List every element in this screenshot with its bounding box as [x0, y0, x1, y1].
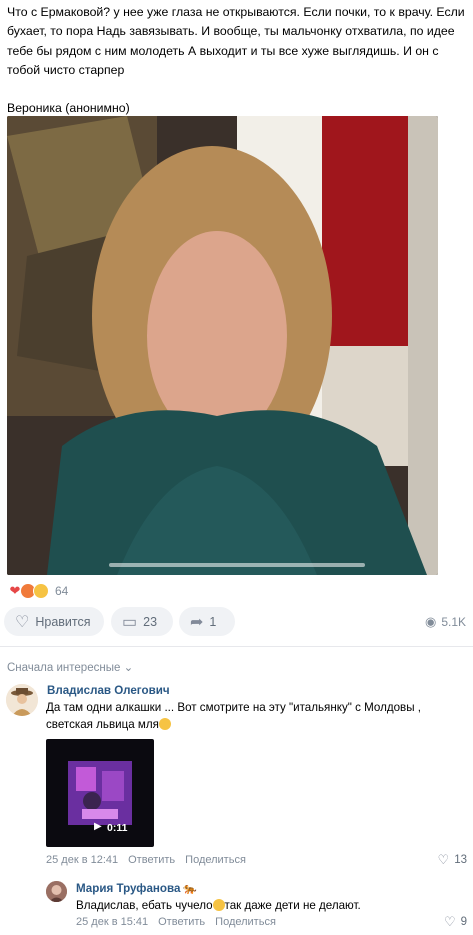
play-icon: ▶	[94, 821, 102, 832]
reply-author-label: Мария Труфанова	[76, 882, 181, 895]
reply-text: Владислав, ебать чучело так даже дети не …	[76, 898, 466, 915]
eye-icon: ◉	[424, 614, 437, 629]
comment-text: Да там одни алкашки ... Вот смотрите на …	[46, 700, 466, 733]
comment-like-count: 13	[454, 854, 467, 866]
reply-share-link[interactable]: Поделиться	[215, 916, 276, 928]
chevron-down-icon: ⌄	[123, 662, 134, 674]
reply-button[interactable]: Ответить	[128, 854, 175, 866]
heart-icon: ♡	[15, 613, 30, 631]
reply-avatar[interactable]	[46, 881, 67, 902]
laughing-emoji-icon	[158, 717, 171, 730]
comments-button[interactable]: ▭ 23	[111, 607, 173, 636]
comment-like-button[interactable]: ♡ 13	[438, 852, 467, 868]
post-text: Что с Ермаковой? у нее уже глаза не откр…	[7, 3, 467, 118]
reply-text-start: Владислав, ебать чучело	[76, 899, 213, 912]
sort-label: Сначала интересные	[7, 662, 121, 674]
video-frame-illustration	[7, 116, 438, 575]
reply-author-name[interactable]: Мария Труфанова 🐅	[76, 882, 197, 895]
avatar-illustration	[6, 684, 38, 716]
reply-avatar-illustration	[46, 881, 67, 902]
reply-like-count: 9	[460, 916, 467, 928]
reply-like-button[interactable]: ♡ 9	[444, 914, 467, 930]
avatar[interactable]	[6, 684, 38, 716]
post-body: Что с Ермаковой? у нее уже глаза не откр…	[7, 5, 465, 77]
reactions-summary[interactable]: ❤ 64	[7, 583, 68, 599]
post-video[interactable]	[7, 116, 438, 575]
views-count: 5.1K	[441, 615, 466, 629]
comment-date[interactable]: 25 дек в 12:41	[46, 854, 118, 866]
video-thumbnail	[68, 761, 132, 825]
reply-text-end: так даже дети не делают.	[224, 899, 361, 912]
like-button[interactable]: ♡ Нравится	[4, 607, 104, 636]
face-palm-emoji-icon	[212, 899, 225, 911]
like-label: Нравится	[35, 614, 91, 629]
views-counter: ◉ 5.1K	[425, 614, 466, 630]
reply-reply-button[interactable]: Ответить	[158, 916, 205, 928]
tiger-icon: 🐅	[183, 883, 198, 895]
comment-icon: ▭	[122, 613, 138, 631]
sad-reaction-icon	[33, 583, 49, 599]
video-duration: 0:11	[107, 822, 128, 834]
heart-icon: ♡	[443, 914, 456, 929]
comments-count: 23	[143, 614, 158, 629]
heart-icon: ♡	[437, 852, 450, 867]
reactions-count: 64	[55, 584, 69, 598]
comment-meta: 25 дек в 12:41 Ответить Поделиться	[46, 854, 246, 866]
comments-sort-dropdown[interactable]: Сначала интересные ⌄	[7, 660, 133, 674]
share-button[interactable]: ➦ 1	[179, 607, 235, 636]
share-icon: ➦	[190, 613, 204, 631]
comment-author-name[interactable]: Владислав Олегович	[47, 684, 170, 697]
comment-video[interactable]: ▶ 0:11	[46, 739, 154, 847]
comment-text-body: Да там одни алкашки ... Вот смотрите на …	[46, 701, 421, 731]
video-progress-bar[interactable]	[109, 563, 365, 567]
reply-date[interactable]: 25 дек в 15:41	[76, 916, 148, 928]
reply-meta: 25 дек в 15:41 Ответить Поделиться	[76, 916, 276, 928]
share-link[interactable]: Поделиться	[185, 854, 246, 866]
divider	[0, 646, 473, 647]
post-actions: ♡ Нравится ▭ 23 ➦ 1 ◉ 5.1K	[4, 607, 469, 636]
shares-count: 1	[209, 614, 217, 629]
